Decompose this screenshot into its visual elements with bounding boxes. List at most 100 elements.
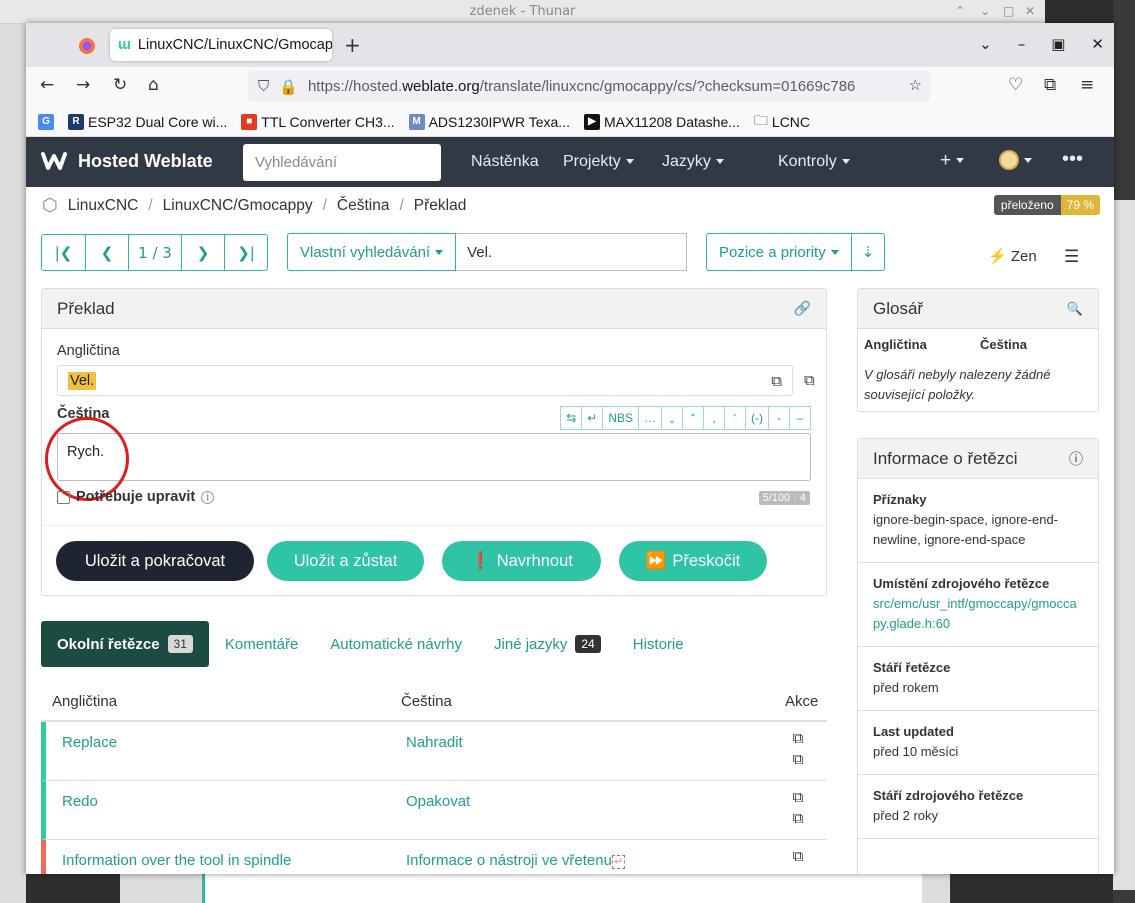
search-mode-dropdown[interactable]: Vlastní vyhledávání — [287, 233, 457, 271]
tab-machine-translation[interactable]: Automatické návrhy — [314, 621, 478, 667]
glossary-empty-message: V glosáři nebyly nalezeny žádné souvisej… — [864, 367, 1051, 402]
user-avatar[interactable] — [999, 150, 1032, 170]
zen-mode-button[interactable]: ⚡ Zen — [988, 247, 1037, 265]
next-icon[interactable]: ❯ — [181, 234, 225, 271]
special-char-button[interactable]: ⇆ — [560, 406, 583, 430]
translation-panel: Překlad 🔗 Angličtina Vel. ⧉ ⧉ Čeština ⇆ … — [41, 288, 827, 596]
crumb-component[interactable]: LinuxCNC/Gmocappy — [163, 197, 313, 215]
tab-other-languages[interactable]: Jiné jazyky 24 — [478, 621, 617, 667]
glossary-title: Glosář — [873, 298, 924, 318]
skip-button[interactable]: ⏩ Přeskočit — [619, 541, 767, 581]
minimize-icon[interactable]: – — [1018, 35, 1026, 53]
menu-checks[interactable]: Kontroly — [778, 153, 850, 171]
table-row[interactable]: Redo Opakovat ⧉ ⧉ — [41, 781, 827, 840]
bookmark-star-icon[interactable]: ☆ — [909, 76, 922, 94]
url-domain: weblate.org — [402, 78, 480, 95]
special-char-button[interactable]: ↵ — [581, 406, 604, 430]
back-icon[interactable]: ← — [40, 75, 54, 95]
special-char-button[interactable]: - — [768, 406, 790, 430]
suggest-button[interactable]: ❗ Navrhnout — [442, 541, 601, 581]
tab-history[interactable]: Historie — [617, 621, 700, 667]
copy-icon[interactable]: ⧉ — [793, 789, 804, 806]
clone-source-icon[interactable]: ⧉ — [804, 371, 815, 389]
tab-nearby-strings[interactable]: Okolní řetězce 31 — [41, 621, 209, 667]
menu-icon[interactable]: ≡ — [1080, 75, 1094, 95]
first-icon[interactable]: |❮ — [41, 234, 86, 271]
special-char-button[interactable]: … — [638, 406, 662, 430]
glossary-search-icon[interactable]: 🔍 — [1067, 301, 1083, 317]
bookmark-google-translate[interactable]: G — [38, 113, 54, 130]
thunar-up-icon[interactable]: ⌃ — [955, 4, 965, 18]
maximize-icon[interactable]: ▣ — [1051, 35, 1065, 53]
translation-textarea[interactable]: Rych. — [57, 433, 811, 481]
reload-icon[interactable]: ↻ — [113, 75, 127, 95]
detail-tabs: Okolní řetězce 31 Komentáře Automatické n… — [41, 621, 700, 667]
prev-icon[interactable]: ❮ — [85, 234, 129, 271]
save-continue-button[interactable]: Uložit a pokračovat — [56, 541, 254, 581]
thunar-minimize-icon[interactable]: ⌄ — [980, 4, 990, 18]
table-row[interactable]: Information over the tool in spindle Inf… — [41, 840, 827, 874]
table-row[interactable]: Replace Nahradit ⧉ ⧉ — [41, 722, 827, 781]
sort-dropdown[interactable]: Pozice a priority — [706, 233, 852, 271]
clone-icon[interactable]: ⧉ — [793, 810, 804, 827]
lock-icon[interactable]: 🔒 — [279, 78, 298, 96]
background-thunar-titlebar: zdenek - Thunar ⌃ ⌄ □ ✕ — [0, 0, 1045, 24]
firefox-icon — [79, 38, 95, 54]
weblate-logo[interactable]: Hosted Weblate — [40, 150, 213, 172]
glossary-col-source: Angličtina — [864, 337, 927, 352]
more-icon[interactable]: ••• — [1062, 148, 1083, 171]
copy-icon[interactable]: ⧉ — [793, 848, 804, 865]
glossary-col-target: Čeština — [980, 337, 1027, 352]
home-icon[interactable]: ⌂ — [148, 75, 159, 95]
needs-editing-checkbox[interactable]: Potřebuje upravit i — [57, 489, 215, 505]
add-menu-icon[interactable]: + — [940, 150, 965, 172]
special-char-button[interactable]: , — [703, 406, 725, 430]
bookmark-lcnc-folder[interactable]: 🗀 LCNC — [754, 110, 810, 134]
header-search-input[interactable]: Vyhledávání — [243, 144, 441, 181]
special-char-button[interactable]: ‘ — [724, 406, 746, 430]
thunar-close-icon[interactable]: ✕ — [1025, 4, 1035, 18]
menu-dashboard[interactable]: Nástěnka — [471, 153, 539, 171]
thunar-maximize-icon[interactable]: □ — [1003, 4, 1014, 18]
menu-languages[interactable]: Jazyky — [662, 153, 724, 171]
special-char-button[interactable]: (-) — [745, 406, 769, 430]
pocket-icon[interactable]: ♡ — [1008, 75, 1023, 95]
window-controls: ⌄ – ▣ ✕ — [979, 35, 1104, 53]
special-char-button[interactable]: “ — [682, 406, 704, 430]
copy-icon[interactable]: ⧉ — [793, 730, 804, 747]
clone-icon[interactable]: ⧉ — [793, 751, 804, 768]
special-char-button[interactable]: NBS — [602, 406, 639, 430]
menu-projects[interactable]: Projekty — [563, 153, 634, 171]
bookmark-max11208[interactable]: ▶ MAX11208 Datashe... — [583, 113, 740, 130]
last-icon[interactable]: ❯| — [224, 234, 268, 271]
url-bar[interactable]: ⛉ 🔒 https://hosted. weblate.org/translate… — [248, 71, 930, 102]
crumb-project[interactable]: LinuxCNC — [68, 197, 139, 215]
bookmark-ads1230[interactable]: M ADS1230IPWR Texa... — [408, 113, 570, 130]
forward-icon[interactable]: → — [76, 75, 90, 95]
bookmark-ttl-converter[interactable]: ■ TTL Converter CH3... — [241, 113, 395, 130]
bookmark-esp32[interactable]: R ESP32 Dual Core wi... — [68, 113, 227, 130]
new-tab-icon[interactable]: + — [344, 33, 361, 57]
source-string: Vel. ⧉ — [57, 365, 793, 396]
tab-title: LinuxCNC/LinuxCNC/Gmocappy — [137, 37, 332, 53]
brand-name: Hosted Weblate — [78, 150, 213, 171]
permalink-icon[interactable]: 🔗 — [794, 300, 811, 317]
source-text: Vel. — [68, 371, 97, 390]
table-header: Angličtina Čeština Akce — [41, 683, 827, 722]
firefox-tab[interactable] — [70, 33, 104, 59]
tab-comments[interactable]: Komentáře — [209, 621, 314, 667]
shield-icon[interactable]: ⛉ — [258, 78, 269, 95]
list-tabs-icon[interactable]: ⌄ — [979, 35, 992, 53]
extensions-icon[interactable]: ⧉ — [1044, 75, 1056, 95]
special-char-button[interactable]: „ — [661, 406, 683, 430]
settings-sliders-icon[interactable]: ☰ — [1064, 247, 1079, 267]
copy-icon[interactable]: ⧉ — [771, 372, 782, 390]
crumb-language[interactable]: Čeština — [337, 197, 390, 215]
folder-icon: 🗀 — [753, 111, 768, 128]
tab-active[interactable]: ɯ LinuxCNC/LinuxCNC/Gmocappy ✕ — [110, 29, 332, 61]
save-stay-button[interactable]: Uložit a zůstat — [267, 541, 424, 581]
sort-direction-icon[interactable]: ⇣ — [850, 233, 886, 271]
search-query-input[interactable]: Vel. — [456, 233, 687, 271]
special-char-button[interactable]: – — [789, 406, 811, 430]
close-icon[interactable]: ✕ — [1091, 35, 1104, 53]
